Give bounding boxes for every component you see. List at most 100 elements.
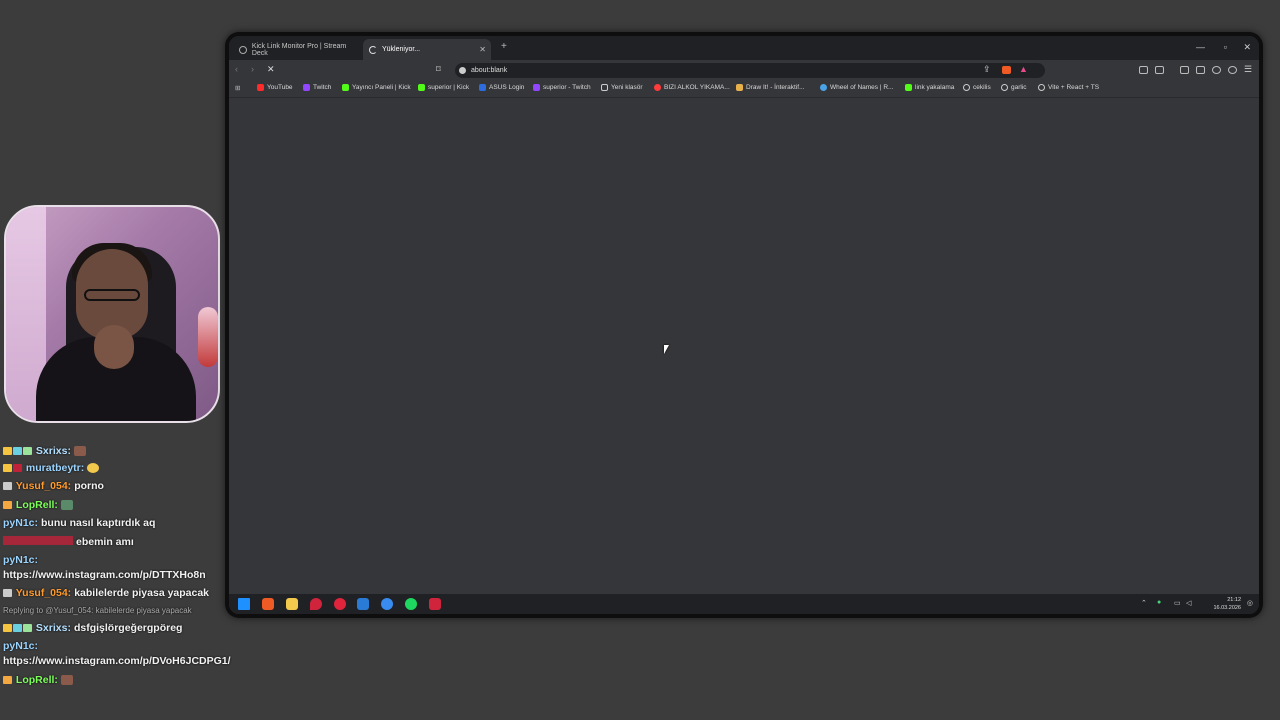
chat-message: pyN1c: bunu nasıl kaptırdık aq — [3, 517, 155, 529]
lamp — [198, 307, 218, 367]
apps-grid-icon[interactable]: ⊞ — [235, 84, 240, 92]
monitor-frame: Kick Link Monitor Pro | Stream Deck Yükl… — [225, 32, 1263, 618]
clock-date: 16.03.2026 — [1213, 605, 1241, 611]
kick-icon — [418, 84, 425, 91]
chat-username: Yusuf_054: — [15, 480, 72, 492]
network-icon[interactable]: ▭ — [1174, 599, 1181, 607]
taskbar-clock[interactable]: 21:12 16.03.2026 — [1213, 596, 1241, 612]
volume-icon[interactable]: ◁ — [1186, 599, 1191, 607]
address-bar[interactable]: about:blank — [455, 63, 1045, 78]
bookmark-icon[interactable]: ⌑ — [436, 64, 441, 75]
vpn-icon[interactable] — [1212, 66, 1221, 74]
page-content[interactable] — [229, 98, 1259, 594]
windows-start-icon[interactable] — [238, 598, 250, 610]
tab-loading[interactable]: Yükleniyor... ✕ — [363, 39, 491, 60]
bookmark-label: superior | Kick — [428, 84, 470, 91]
wheel-icon — [820, 84, 827, 91]
bookmark-garlic[interactable]: garlic — [1001, 84, 1027, 91]
stop-loading-icon[interactable]: ✕ — [267, 64, 275, 75]
bookmark-wheel-of-names[interactable]: Wheel of Names | R... — [820, 84, 893, 91]
red-box-app-icon[interactable] — [429, 598, 441, 610]
brave-rewards-icon[interactable]: ▲ — [1019, 64, 1028, 74]
chat-username: Sxrixs: — [35, 622, 71, 634]
brave-browser-icon[interactable] — [262, 598, 274, 610]
chat-text: dsfgişlörgeğergpöreg — [73, 622, 183, 634]
bookmark-label: BIZI ALKOL YIKAMA... — [664, 84, 730, 91]
red-pin-app-icon[interactable] — [310, 598, 322, 610]
sidebar-icon[interactable] — [1180, 66, 1189, 74]
shield-icon[interactable] — [1228, 66, 1237, 74]
chat-username: pyN1c: — [3, 640, 39, 652]
folder-icon — [601, 84, 608, 91]
chat-message: pyN1c: — [3, 640, 41, 652]
chat-username: Yusuf_054: — [15, 587, 72, 599]
asus-icon — [479, 84, 486, 91]
badge-icon — [23, 447, 32, 455]
badge-icon — [13, 464, 22, 472]
new-tab-button[interactable]: + — [501, 41, 507, 52]
chat-message: Sxrixs: — [3, 445, 86, 457]
tab-label: Kick Link Monitor Pro | Stream Deck — [251, 42, 347, 57]
bookmark-draw-it[interactable]: Draw It! - İnteraktif... — [736, 84, 805, 91]
file-explorer-icon[interactable] — [286, 598, 298, 610]
wallet-icon[interactable] — [1196, 66, 1205, 74]
blue-app-icon[interactable] — [381, 598, 393, 610]
badge-icon — [3, 501, 12, 509]
chat-text: porno — [74, 480, 104, 492]
notifications-icon[interactable]: ◎ — [1247, 599, 1253, 607]
bookmark-label: cekilis — [973, 84, 991, 91]
red-app-icon[interactable] — [334, 598, 346, 610]
bookmark-twitch[interactable]: Twitch — [303, 84, 331, 91]
forward-icon[interactable]: › — [251, 64, 254, 74]
bookmark-youtube[interactable]: YouTube — [257, 84, 293, 91]
globe-icon — [963, 84, 970, 91]
menu-icon[interactable]: ☰ — [1244, 64, 1252, 75]
globe-icon — [1038, 84, 1045, 91]
bookmark-label: Yeni klasör — [611, 84, 643, 91]
tab-bar: Kick Link Monitor Pro | Stream Deck Yükl… — [229, 36, 1259, 60]
bookmark-label: garlic — [1011, 84, 1027, 91]
tab-search-icon[interactable] — [1155, 66, 1164, 74]
chat-reply-context: Replying to @Yusuf_054: kabilelerde piya… — [3, 606, 233, 615]
chat-username: LopRell: — [15, 499, 58, 511]
extensions-icon[interactable] — [1139, 66, 1148, 74]
browser-toolbar: ‹ › ✕ ⌑ about:blank ⇪ ▲ ☰ — [229, 60, 1259, 80]
site-icon — [654, 84, 661, 91]
webcam-overlay — [4, 205, 220, 423]
back-icon[interactable]: ‹ — [235, 64, 238, 74]
loading-spinner-icon — [369, 45, 377, 54]
twitch-icon — [533, 84, 540, 91]
bookmark-folder[interactable]: Yeni klasör — [601, 84, 643, 91]
close-window-icon[interactable]: ✕ — [1243, 42, 1251, 53]
bookmark-superior-kick[interactable]: superior | Kick — [418, 84, 469, 91]
bookmark-link-yakalama[interactable]: link yakalama — [905, 84, 954, 91]
site-info-icon[interactable] — [459, 67, 466, 74]
maximize-icon[interactable]: ▫ — [1224, 42, 1227, 52]
brave-shields-icon[interactable] — [1002, 66, 1011, 74]
bookmark-vite-react[interactable]: Vite + React + TS — [1038, 84, 1099, 91]
spotify-icon[interactable] — [405, 598, 417, 610]
kick-icon — [342, 84, 349, 91]
chat-message: muratbeytr: — [3, 462, 100, 474]
bookmark-label: Twitch — [313, 84, 332, 91]
badge-icon — [3, 624, 12, 632]
bookmark-kick-panel[interactable]: Yayıncı Paneli | Kick — [342, 84, 411, 91]
tab-label: Yükleniyor... — [382, 46, 421, 53]
bookmark-cekilis[interactable]: cekilis — [963, 84, 991, 91]
bookmark-asus-login[interactable]: ASUS Login — [479, 84, 524, 91]
share-icon[interactable]: ⇪ — [983, 64, 991, 75]
chat-message: LopRell: — [3, 499, 73, 511]
mouse-cursor-icon — [664, 345, 673, 354]
steam-icon[interactable] — [357, 598, 369, 610]
close-tab-icon[interactable]: ✕ — [479, 45, 486, 54]
tab-kick-link-monitor[interactable]: Kick Link Monitor Pro | Stream Deck — [233, 39, 361, 60]
bookmark-alkol[interactable]: BIZI ALKOL YIKAMA... — [654, 84, 730, 91]
bookmark-label: Wheel of Names | R... — [830, 84, 894, 91]
minimize-icon[interactable]: — — [1196, 42, 1205, 52]
badge-icon — [3, 447, 12, 455]
chat-username: Sxrixs: — [35, 445, 71, 457]
microphone-icon[interactable]: ● — [1157, 599, 1161, 606]
chat-message: LopRell: — [3, 674, 73, 686]
show-hidden-icons-icon[interactable]: ⌃ — [1141, 599, 1147, 607]
bookmark-superior-twitch[interactable]: superior - Twitch — [533, 84, 591, 91]
